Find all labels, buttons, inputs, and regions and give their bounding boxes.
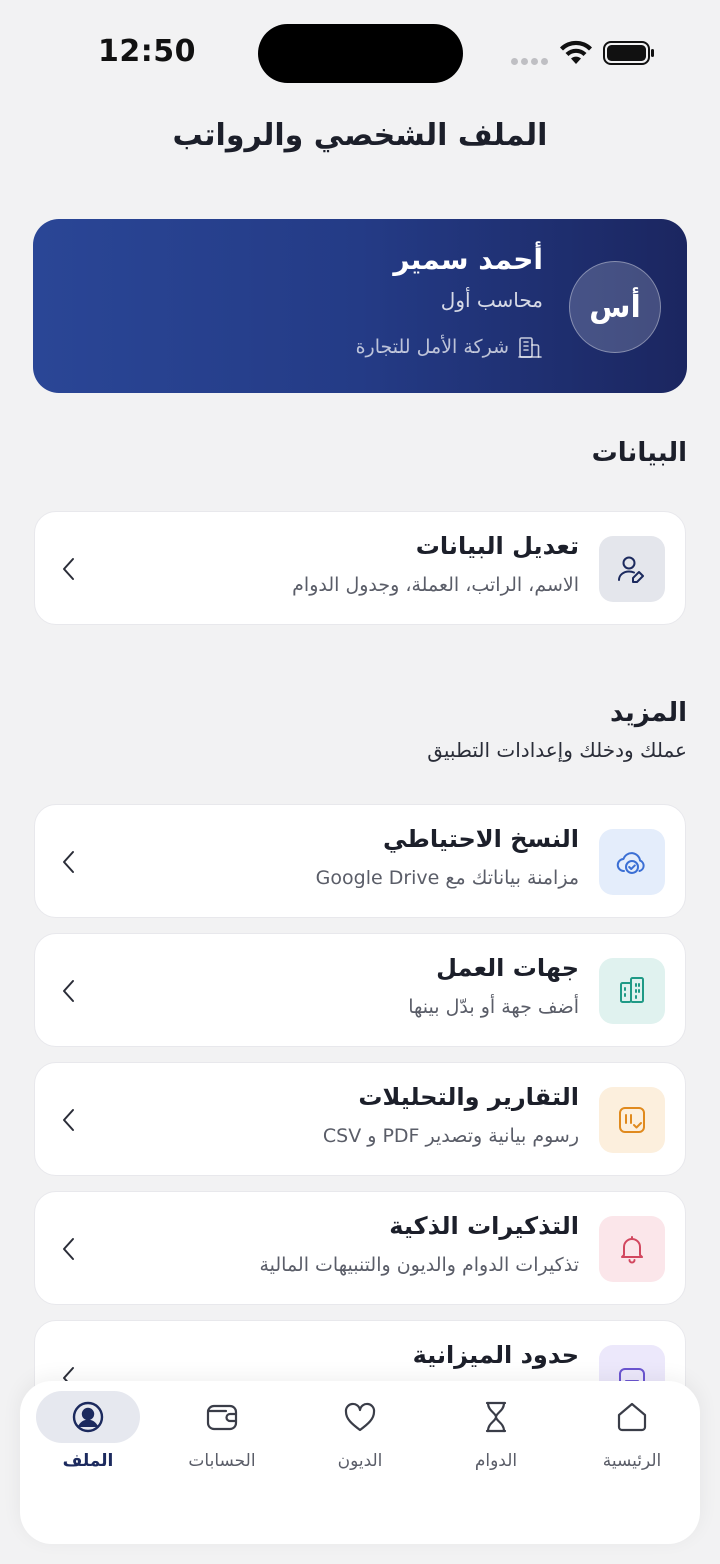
dynamic-island <box>258 24 463 83</box>
report-check-icon <box>619 1107 645 1133</box>
chevron-left-icon <box>63 980 74 1002</box>
employers-title: جهات العمل <box>436 954 579 982</box>
reminders-title: التذكيرات الذكية <box>389 1212 579 1240</box>
reports-icon-box <box>599 1087 665 1153</box>
nav-label-home: الرئيسية <box>602 1451 662 1471</box>
section-subtitle-more: عملك ودخلك وإعدادات التطبيق <box>427 738 687 762</box>
edit-data-subtitle: الاسم، الراتب، العملة، وجدول الدوام <box>292 574 579 596</box>
backup-title: النسخ الاحتياطي <box>383 825 579 853</box>
chevron-left-icon <box>63 1109 74 1131</box>
profile-card[interactable]: أس أحمد سمير محاسب أول شركة الأمل للتجار… <box>33 219 687 393</box>
status-bar: 12:50 <box>0 0 720 100</box>
employers-card[interactable]: جهات العمل أضف جهة أو بدّل بينها <box>34 933 686 1047</box>
building-icon <box>518 337 542 358</box>
chevron-left-icon <box>63 558 74 580</box>
avatar: أس <box>569 261 661 353</box>
cloud-check-icon <box>616 852 645 874</box>
nav-label-profile: الملف <box>62 1451 114 1471</box>
cellular-signal-icon <box>511 58 549 66</box>
bottom-nav: الملف الحسابات الديون الدوام الرئيسية <box>20 1381 700 1544</box>
user-circle-icon <box>72 1401 104 1433</box>
backup-subtitle: مزامنة بياناتك مع Google Drive <box>315 867 579 889</box>
reminders-subtitle: تذكيرات الدوام والديون والتنبيهات المالي… <box>259 1254 579 1276</box>
employers-icon-box <box>599 958 665 1024</box>
reports-subtitle: رسوم بيانية وتصدير PDF و CSV <box>322 1125 579 1147</box>
hourglass-icon <box>485 1401 507 1433</box>
user-edit-icon <box>618 556 644 583</box>
nav-item-profile[interactable]: الملف <box>36 1391 140 1471</box>
battery-icon <box>603 41 654 65</box>
reports-card[interactable]: التقارير والتحليلات رسوم بيانية وتصدير P… <box>34 1062 686 1176</box>
nav-label-accounts: الحسابات <box>188 1451 256 1471</box>
wallet-icon <box>206 1404 238 1431</box>
section-title-data: البيانات <box>591 438 687 468</box>
chevron-left-icon <box>63 1238 74 1260</box>
status-time: 12:50 <box>98 34 196 69</box>
profile-name: أحمد سمير <box>393 243 543 276</box>
company-name: شركة الأمل للتجارة <box>355 336 509 358</box>
reminders-card[interactable]: التذكيرات الذكية تذكيرات الدوام والديون … <box>34 1191 686 1305</box>
heart-icon <box>344 1402 376 1432</box>
nav-item-debts[interactable]: الديون <box>308 1391 412 1471</box>
backup-card[interactable]: النسخ الاحتياطي مزامنة بياناتك مع Google… <box>34 804 686 918</box>
chevron-left-icon <box>63 851 74 873</box>
profile-company: شركة الأمل للتجارة <box>356 334 543 360</box>
buildings-icon <box>620 977 644 1003</box>
nav-item-home[interactable]: الرئيسية <box>580 1391 684 1471</box>
nav-label-debts: الديون <box>337 1451 383 1471</box>
profile-role: محاسب أول <box>440 288 543 312</box>
wifi-icon <box>560 40 592 64</box>
employers-subtitle: أضف جهة أو بدّل بينها <box>408 996 579 1018</box>
nav-item-shifts[interactable]: الدوام <box>444 1391 548 1471</box>
nav-item-accounts[interactable]: الحسابات <box>170 1391 274 1471</box>
edit-data-title: تعديل البيانات <box>415 532 579 560</box>
reports-title: التقارير والتحليلات <box>358 1083 579 1111</box>
edit-data-icon-box <box>599 536 665 602</box>
home-icon <box>617 1402 647 1432</box>
bell-icon <box>621 1236 643 1264</box>
reminders-icon-box <box>599 1216 665 1282</box>
nav-label-shifts: الدوام <box>474 1451 518 1471</box>
section-title-more: المزيد <box>609 698 687 728</box>
budget-title: حدود الميزانية <box>412 1341 579 1369</box>
backup-icon-box <box>599 829 665 895</box>
edit-data-card[interactable]: تعديل البيانات الاسم، الراتب، العملة، وج… <box>34 511 686 625</box>
page-title: الملف الشخصي والرواتب <box>172 118 548 153</box>
